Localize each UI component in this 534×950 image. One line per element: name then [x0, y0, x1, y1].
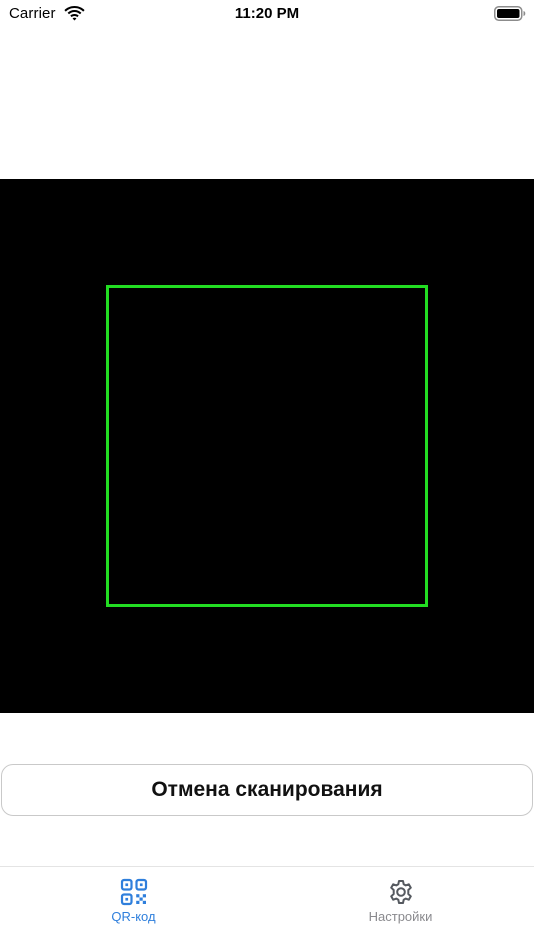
battery-icon [494, 6, 526, 21]
tab-settings-label: Настройки [368, 909, 433, 924]
qr-code-icon [120, 878, 148, 906]
tab-settings[interactable]: Настройки [267, 867, 534, 950]
tab-bar: QR-код Настройки [0, 866, 534, 950]
scanner-screen: Carrier 11:20 PM Отмена сканирования QR-… [0, 0, 534, 950]
cancel-scan-button[interactable]: Отмена сканирования [1, 764, 533, 816]
scan-frame [106, 285, 428, 607]
tab-qr-code-label: QR-код [111, 909, 156, 924]
gear-icon [390, 880, 412, 904]
status-bar: Carrier 11:20 PM [0, 0, 534, 30]
camera-preview [0, 179, 534, 713]
status-time: 11:20 PM [234, 5, 300, 22]
tab-qr-code[interactable]: QR-код [0, 867, 267, 950]
